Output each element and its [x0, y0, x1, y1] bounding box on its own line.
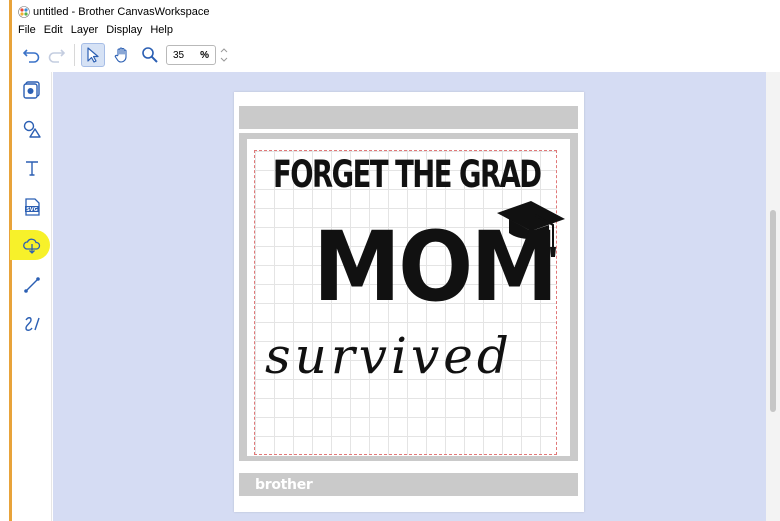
zoom-tool-button[interactable] [138, 43, 162, 67]
svg-text:SVG: SVG [26, 207, 38, 213]
toolbar: 35 % [12, 38, 780, 72]
text-tool-button[interactable] [22, 158, 42, 178]
zoom-value: 35 [173, 49, 185, 61]
freehand-tool-button[interactable] [22, 314, 42, 334]
svg-import-button[interactable]: SVG [22, 197, 42, 217]
freehand-icon [25, 317, 40, 331]
mat-frame: FORGET THE GRAD MOM survived [239, 133, 578, 461]
scrollbar-thumb[interactable] [770, 210, 776, 412]
shapes-tool-button[interactable] [22, 119, 42, 139]
menu-layer[interactable]: Layer [71, 24, 99, 36]
redo-button[interactable] [44, 43, 68, 67]
design-text-line3[interactable]: survived [265, 327, 513, 385]
redo-icon [48, 49, 65, 63]
zoom-unit: % [200, 49, 209, 61]
design-text-line2[interactable]: MOM [313, 219, 558, 315]
mat-top-strip [239, 106, 578, 129]
pan-tool-button[interactable] [110, 43, 134, 67]
title-bar: untitled - Brother CanvasWorkspace [12, 0, 780, 24]
cloud-tool-button[interactable] [22, 236, 42, 256]
menu-bar: File Edit Layer Display Help [12, 22, 175, 38]
chevron-up-icon[interactable] [219, 46, 229, 55]
line-tool-button[interactable] [22, 275, 42, 295]
left-tool-panel: SVG [10, 72, 52, 521]
zoom-input[interactable]: 35 % [166, 45, 216, 65]
undo-button[interactable] [20, 43, 44, 67]
text-icon [26, 161, 38, 176]
menu-display[interactable]: Display [106, 24, 142, 36]
layer-tool-button[interactable] [22, 80, 42, 100]
mat-cutting-area[interactable]: FORGET THE GRAD MOM survived [247, 139, 570, 456]
menu-file[interactable]: File [18, 24, 36, 36]
vertical-scrollbar[interactable] [766, 72, 780, 521]
app-logo-icon [18, 6, 30, 18]
cloud-icon [23, 238, 41, 254]
select-tool-button[interactable] [81, 43, 105, 67]
menu-edit[interactable]: Edit [44, 24, 63, 36]
undo-icon [23, 49, 40, 63]
design-group[interactable]: FORGET THE GRAD MOM survived [265, 139, 565, 459]
window-title: untitled - Brother CanvasWorkspace [33, 6, 210, 18]
select-arrow-icon [87, 47, 99, 63]
layer-icon [23, 81, 40, 99]
mat-brand-logo: brother [255, 476, 313, 493]
chevron-down-icon[interactable] [219, 55, 229, 64]
shapes-icon [23, 120, 41, 138]
zoom-stepper[interactable] [219, 46, 229, 64]
app-window: untitled - Brother CanvasWorkspace File … [0, 0, 780, 521]
menu-help[interactable]: Help [150, 24, 173, 36]
svg-icon: SVG [25, 198, 40, 216]
toolbar-separator [74, 44, 75, 66]
mat-bottom-strip: brother [239, 473, 578, 496]
design-text-line1[interactable]: FORGET THE GRAD [273, 153, 542, 196]
line-icon [24, 277, 40, 293]
hand-icon [114, 47, 127, 63]
cutting-mat[interactable]: FORGET THE GRAD MOM survived brother [234, 92, 584, 512]
zoom-icon [142, 47, 158, 63]
